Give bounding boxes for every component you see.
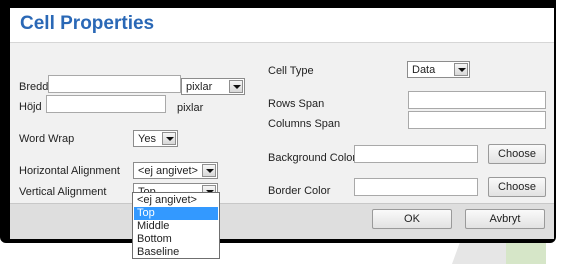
ok-button[interactable]: OK: [372, 209, 452, 229]
celltype-value: Data: [412, 64, 436, 76]
celltype-label: Cell Type: [268, 65, 314, 77]
halign-label: Horizontal Alignment: [19, 165, 120, 177]
cancel-button[interactable]: Avbryt: [465, 209, 545, 229]
bgcolor-input[interactable]: [354, 145, 478, 163]
bordercolor-input[interactable]: [354, 178, 478, 196]
dialog-body: Bredd pixlar Höjd pixlar Word Wrap Yes H…: [10, 43, 554, 203]
dropdown-option[interactable]: Middle: [134, 220, 218, 233]
dialog-frame: Cell Properties Bredd pixlar Höjd pixlar…: [0, 0, 556, 243]
title-bar: Cell Properties: [10, 8, 554, 43]
choose-label: Choose: [498, 148, 536, 160]
bordercolor-label: Border Color: [268, 185, 331, 197]
rowsspan-label: Rows Span: [268, 98, 325, 110]
width-label: Bredd: [19, 81, 49, 93]
wordwrap-label: Word Wrap: [19, 133, 75, 145]
chevron-down-icon[interactable]: [162, 132, 176, 145]
dropdown-option-selected[interactable]: Top: [134, 207, 218, 220]
rowsspan-input[interactable]: [408, 91, 546, 109]
height-input[interactable]: [46, 95, 166, 113]
height-unit-text: pixlar: [177, 102, 204, 114]
valign-label: Vertical Alignment: [19, 186, 107, 198]
dialog-title: Cell Properties: [20, 13, 155, 34]
celltype-select[interactable]: Data: [407, 61, 470, 78]
height-label: Höjd: [19, 101, 42, 113]
width-unit-select[interactable]: pixlar: [181, 78, 245, 95]
cancel-label: Avbryt: [489, 213, 521, 225]
dropdown-option[interactable]: Baseline: [134, 246, 218, 259]
bordercolor-choose-button[interactable]: Choose: [488, 177, 546, 197]
halign-value: <ej angivet>: [138, 165, 198, 177]
width-input[interactable]: [48, 75, 181, 93]
chevron-down-icon[interactable]: [454, 63, 468, 76]
colsspan-label: Columns Span: [268, 118, 341, 130]
choose-label: Choose: [498, 181, 536, 193]
wordwrap-select[interactable]: Yes: [133, 130, 178, 147]
ok-label: OK: [404, 213, 420, 225]
chevron-down-icon[interactable]: [229, 80, 243, 93]
halign-select[interactable]: <ej angivet>: [133, 162, 218, 179]
colsspan-input[interactable]: [408, 111, 546, 129]
bgcolor-choose-button[interactable]: Choose: [488, 144, 546, 164]
bgcolor-label: Background Color: [268, 152, 357, 164]
dropdown-option[interactable]: <ej angivet>: [134, 194, 218, 207]
wordwrap-value: Yes: [138, 133, 156, 145]
valign-dropdown-list: <ej angivet> Top Middle Bottom Baseline: [132, 192, 220, 259]
width-unit-value: pixlar: [186, 81, 213, 93]
chevron-down-icon[interactable]: [202, 164, 216, 177]
dropdown-option[interactable]: Bottom: [134, 233, 218, 246]
dialog-footer: OK Avbryt: [10, 203, 554, 239]
cell-properties-dialog: Cell Properties Bredd pixlar Höjd pixlar…: [10, 8, 554, 239]
